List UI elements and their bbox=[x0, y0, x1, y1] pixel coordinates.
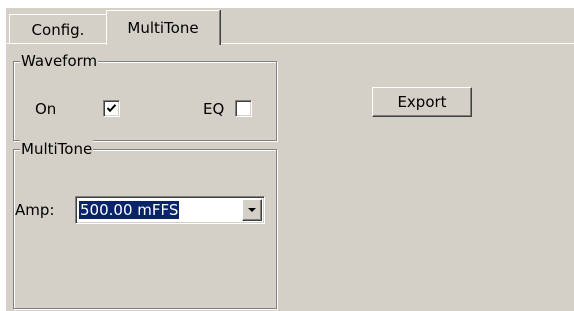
on-checkbox[interactable] bbox=[103, 100, 120, 117]
amp-combobox-value[interactable]: 500.00 mFFS bbox=[79, 201, 180, 219]
multitone-group-title: MultiTone bbox=[20, 140, 94, 158]
amp-dropdown-button[interactable] bbox=[242, 199, 262, 221]
chevron-down-icon bbox=[248, 208, 256, 212]
on-label: On bbox=[35, 100, 57, 118]
waveform-groupbox: Waveform On EQ bbox=[13, 52, 277, 141]
check-mark-icon bbox=[106, 104, 117, 113]
export-button-label: Export bbox=[397, 93, 447, 111]
tab-divider bbox=[6, 43, 574, 44]
amp-combobox[interactable]: 500.00 mFFS bbox=[75, 196, 265, 224]
waveform-group-title: Waveform bbox=[20, 52, 99, 70]
tab-config[interactable]: Config. bbox=[9, 14, 107, 43]
amp-label: Amp: bbox=[15, 201, 55, 219]
tab-multitone-label: MultiTone bbox=[127, 19, 199, 37]
eq-label: EQ bbox=[203, 100, 225, 118]
dialog-panel: Config. MultiTone Waveform On EQ MultiTo… bbox=[6, 8, 574, 311]
multitone-groupbox: MultiTone bbox=[13, 140, 277, 309]
eq-checkbox[interactable] bbox=[235, 100, 252, 117]
tab-multitone[interactable]: MultiTone bbox=[106, 10, 220, 45]
export-button[interactable]: Export bbox=[372, 87, 472, 117]
tab-config-label: Config. bbox=[31, 21, 85, 39]
